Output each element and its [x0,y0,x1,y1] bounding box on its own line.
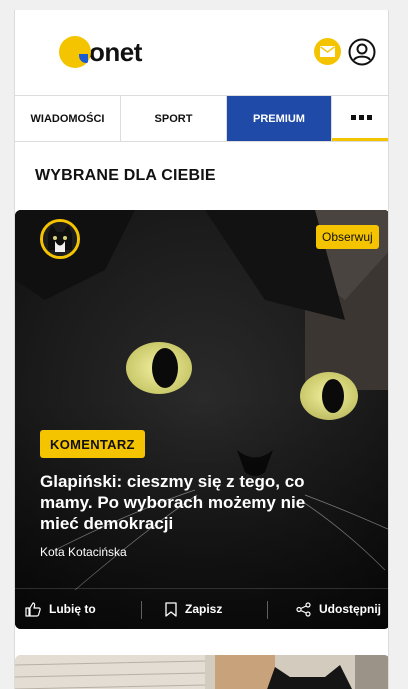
save-label: Zapisz [185,602,223,616]
more-menu-button[interactable] [332,96,388,141]
user-icon[interactable] [348,38,376,66]
article-actions: Lubię to Zapisz Udostępnij [15,588,388,629]
category-tag: KOMENTARZ [40,430,145,458]
more-dots-icon [350,114,372,120]
share-button[interactable]: Udostępnij [296,589,381,629]
onet-logo[interactable]: onet [59,36,142,68]
next-article-image [15,655,388,689]
share-icon [296,601,311,617]
header: onet [15,10,388,96]
action-divider [141,601,142,619]
author-avatar[interactable] [40,219,80,259]
thumbs-up-icon [25,601,41,617]
next-article-card[interactable] [15,655,388,689]
save-button[interactable]: Zapisz [165,589,222,629]
section-title: WYBRANE DLA CIEBIE [35,167,216,184]
nav-item-sport[interactable]: SPORT [121,96,227,141]
share-label: Udostępnij [319,602,381,616]
article-card[interactable]: Obserwuj KOMENTARZ Glapiński: cieszmy si… [15,210,388,629]
action-divider [267,601,268,619]
main-nav: WIADOMOŚCI SPORT PREMIUM [15,95,388,142]
envelope-icon[interactable] [314,38,341,65]
page: onet WIADOMOŚCI SPORT PREMIUM WYBRANE DL… [14,10,389,689]
nav-item-premium[interactable]: PREMIUM [227,96,332,141]
article-image [15,210,388,629]
follow-button[interactable]: Obserwuj [316,225,379,249]
logo-mark [59,36,91,68]
article-author: Kota Kotacińska [40,545,127,559]
like-label: Lubię to [49,602,96,616]
nav-item-wiadomosci[interactable]: WIADOMOŚCI [15,96,121,141]
bookmark-icon [165,601,177,617]
article-headline[interactable]: Glapiński: cieszmy się z tego, co mamy. … [40,471,310,534]
like-button[interactable]: Lubię to [25,589,96,629]
logo-text: onet [89,36,142,67]
